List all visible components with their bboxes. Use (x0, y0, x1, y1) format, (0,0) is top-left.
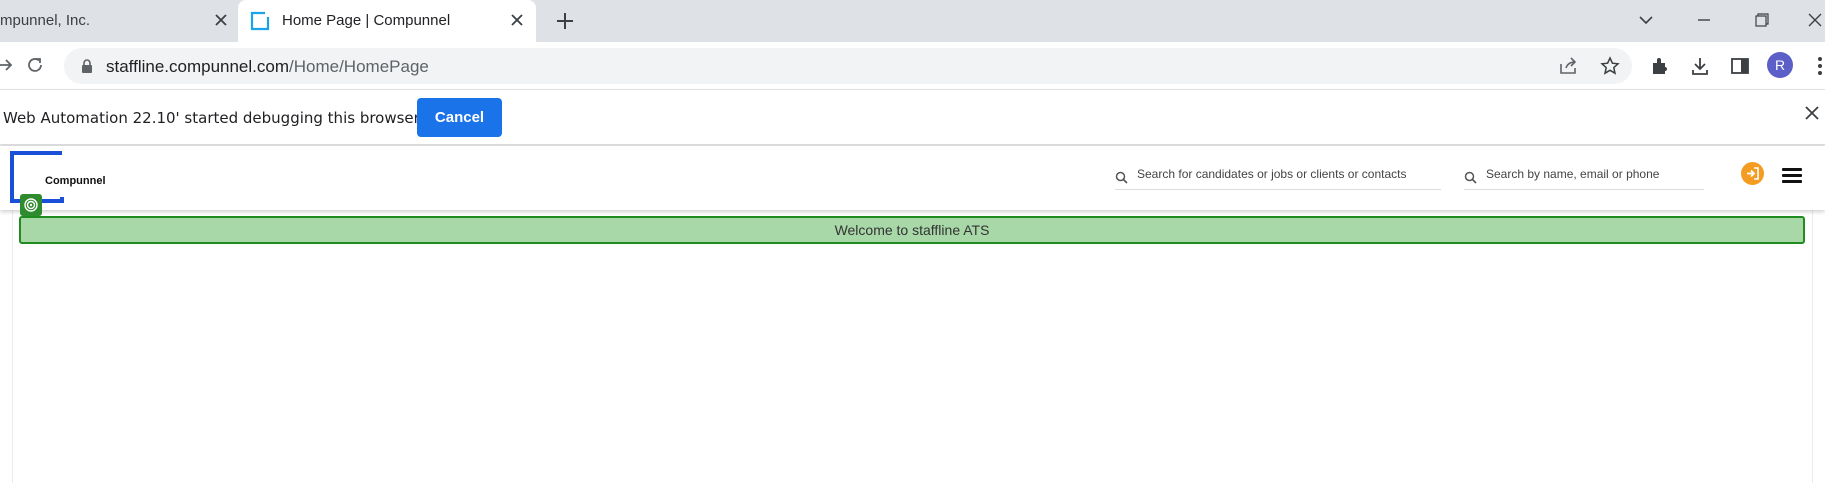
cancel-button[interactable]: Cancel (417, 98, 502, 137)
side-panel-icon[interactable] (1727, 53, 1753, 79)
tab-title: mpunnel, Inc. (0, 12, 91, 29)
restore-icon[interactable] (1742, 4, 1782, 36)
login-button[interactable] (1741, 162, 1764, 185)
close-icon[interactable] (210, 9, 232, 31)
infobar-message: Web Automation 22.10' started debugging … (3, 109, 420, 127)
tab-inactive[interactable]: mpunnel, Inc. (0, 0, 236, 42)
download-icon[interactable] (1687, 53, 1713, 79)
logo-text: Compunnel (45, 175, 106, 187)
sign-in-icon (1747, 167, 1759, 180)
welcome-banner: Welcome to staffline ATS (19, 216, 1805, 244)
reload-icon[interactable] (22, 52, 48, 78)
minimize-icon[interactable] (1684, 4, 1724, 36)
page-content: Compunnel Welcome to staffline ATS (0, 146, 1825, 483)
automation-target-icon (20, 194, 42, 216)
browser-tab-strip: mpunnel, Inc. Home Page | Compunnel (0, 0, 1825, 42)
new-tab-icon[interactable] (552, 8, 578, 34)
profile-avatar[interactable]: R (1767, 52, 1793, 78)
url-path: /Home/HomePage (289, 57, 429, 76)
bookmark-star-icon[interactable] (1597, 53, 1623, 79)
close-window-icon[interactable] (1795, 4, 1825, 36)
tab-title: Home Page | Compunnel (282, 12, 451, 29)
favicon-icon (250, 11, 270, 35)
lock-icon[interactable] (74, 53, 100, 79)
browser-toolbar: staffline.compunnel.com/Home/HomePage R (0, 42, 1825, 89)
search-people-input[interactable] (1486, 167, 1696, 181)
tab-search-chevron-icon[interactable] (1626, 4, 1666, 36)
avatar: R (1767, 52, 1793, 78)
tab-active[interactable]: Home Page | Compunnel (238, 0, 536, 42)
address-bar[interactable]: staffline.compunnel.com/Home/HomePage (64, 48, 1632, 84)
share-icon[interactable] (1556, 53, 1582, 79)
people-search (1464, 164, 1704, 190)
search-icon (1464, 171, 1477, 189)
global-search (1115, 164, 1441, 190)
search-candidates-input[interactable] (1137, 167, 1437, 181)
app-header: Compunnel (0, 146, 1825, 216)
search-icon (1115, 171, 1128, 189)
url-text[interactable]: staffline.compunnel.com/Home/HomePage (106, 57, 429, 77)
more-menu-icon[interactable] (1807, 53, 1825, 79)
forward-icon[interactable] (0, 52, 18, 78)
hamburger-menu-icon[interactable] (1782, 168, 1802, 184)
url-host: staffline.compunnel.com (106, 57, 290, 76)
debug-infobar: Web Automation 22.10' started debugging … (0, 89, 1825, 145)
close-icon[interactable] (1805, 106, 1819, 125)
extensions-icon[interactable] (1647, 53, 1673, 79)
close-icon[interactable] (506, 9, 528, 31)
